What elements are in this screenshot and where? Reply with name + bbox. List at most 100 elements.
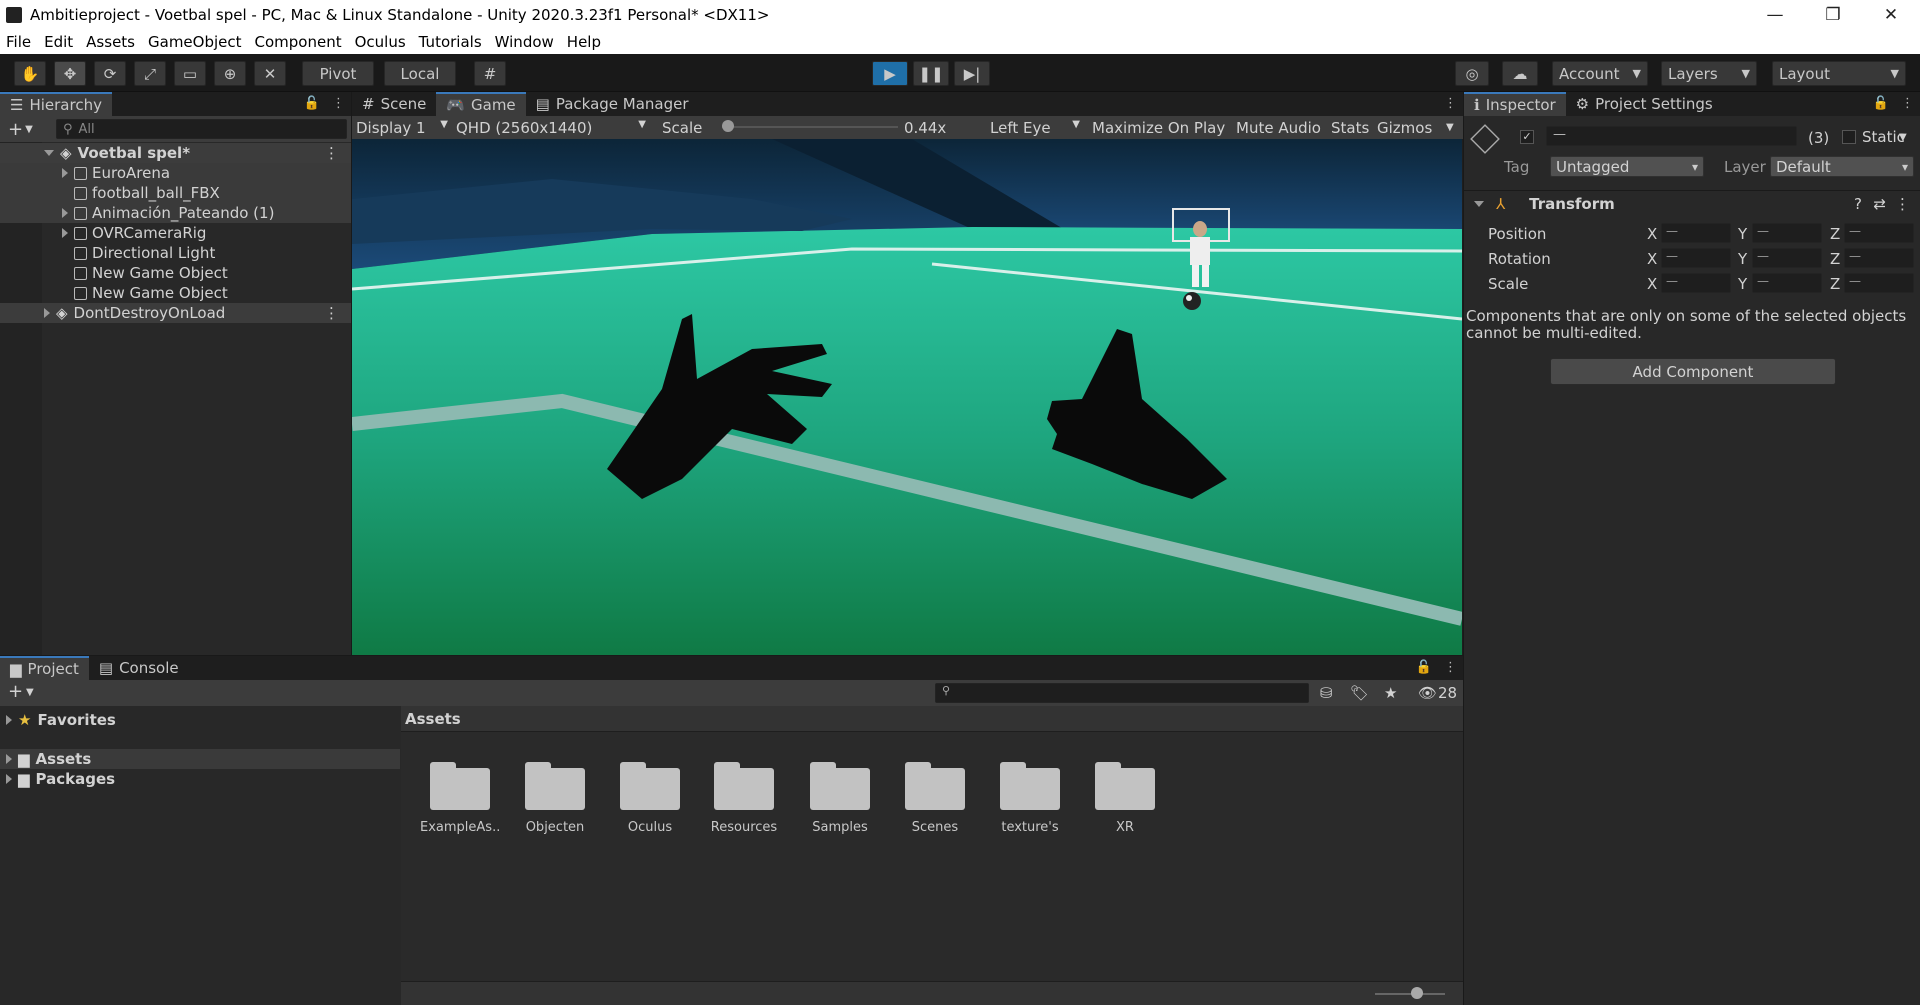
rotate-tool-icon[interactable]: ⟳ <box>94 61 126 86</box>
hidden-packages-icon[interactable]: 👁 <box>1418 684 1437 702</box>
label-icon[interactable]: 🏷 <box>1350 684 1369 702</box>
rotation-x-field[interactable]: — <box>1661 248 1731 268</box>
chevron-down-icon[interactable]: ▼ <box>25 124 33 135</box>
list-item[interactable]: football_ball_FBX <box>0 183 351 203</box>
maximize-on-play-toggle[interactable]: Maximize On Play <box>1092 119 1225 137</box>
scale-x-field[interactable]: — <box>1661 273 1731 293</box>
lock-icon[interactable]: 🔓 <box>1873 96 1889 111</box>
folder-item[interactable]: Oculus <box>610 760 690 835</box>
menu-tutorials[interactable]: Tutorials <box>419 33 482 51</box>
menu-component[interactable]: Component <box>255 33 342 51</box>
local-toggle[interactable]: Local <box>384 61 456 86</box>
more-icon[interactable]: ⋮ <box>324 304 339 322</box>
rotation-y-field[interactable]: — <box>1752 248 1822 268</box>
expand-arrow-icon[interactable] <box>6 774 12 784</box>
help-icon[interactable]: ? <box>1854 195 1862 213</box>
active-checkbox[interactable]: ✓ <box>1520 130 1534 144</box>
dontdestroy-row[interactable]: ◈ DontDestroyOnLoad ⋮ <box>0 303 351 323</box>
layers-dropdown[interactable]: Layers ▼ <box>1661 61 1757 86</box>
step-button[interactable]: ▶| <box>954 61 990 86</box>
folder-item[interactable]: Scenes <box>895 760 975 835</box>
packages-row[interactable]: ▆ Packages <box>0 769 400 789</box>
tag-dropdown[interactable]: Untagged <box>1550 156 1704 177</box>
cloud-icon[interactable]: ☁ <box>1502 61 1538 86</box>
close-button[interactable]: ✕ <box>1862 0 1920 29</box>
menu-edit[interactable]: Edit <box>44 33 73 51</box>
favorites-row[interactable]: ★ Favorites <box>0 710 400 730</box>
menu-window[interactable]: Window <box>495 33 554 51</box>
add-icon[interactable]: + <box>8 681 23 702</box>
position-x-field[interactable]: — <box>1661 223 1731 243</box>
mute-audio-toggle[interactable]: Mute Audio <box>1236 119 1321 137</box>
scale-slider[interactable] <box>722 120 898 132</box>
layout-dropdown[interactable]: Layout ▼ <box>1772 61 1906 86</box>
folder-item[interactable]: ExampleAs... <box>420 760 500 835</box>
list-item[interactable]: New Game Object <box>0 263 351 283</box>
folder-item[interactable]: XR <box>1085 760 1165 835</box>
expand-arrow-icon[interactable] <box>44 308 50 318</box>
hand-tool-icon[interactable]: ✋ <box>14 61 46 86</box>
collab-icon[interactable]: ◎ <box>1455 61 1489 86</box>
resolution-dropdown[interactable]: QHD (2560x1440) ▼ <box>456 119 652 137</box>
chevron-down-icon[interactable]: ▼ <box>1446 122 1454 133</box>
more-icon[interactable]: ⋮ <box>324 144 339 162</box>
menu-file[interactable]: File <box>6 33 31 51</box>
tab-project-settings[interactable]: ⚙ Project Settings <box>1566 92 1723 116</box>
scale-tool-icon[interactable]: ⤢ <box>134 61 166 86</box>
position-y-field[interactable]: — <box>1752 223 1822 243</box>
more-icon[interactable]: ⋮ <box>1895 195 1910 213</box>
rotation-z-field[interactable]: — <box>1844 248 1914 268</box>
list-item[interactable]: EuroArena <box>0 163 351 183</box>
lock-icon[interactable]: 🔓 <box>304 96 320 111</box>
more-icon[interactable]: ⋮ <box>332 96 345 111</box>
list-item[interactable]: New Game Object <box>0 283 351 303</box>
breadcrumb-assets[interactable]: Assets <box>405 710 461 728</box>
display-dropdown[interactable]: Display 1 ▼ <box>356 119 452 137</box>
tab-console[interactable]: ▤ Console <box>89 656 189 680</box>
folder-item[interactable]: texture's <box>990 760 1070 835</box>
game-viewport[interactable] <box>352 139 1462 655</box>
scale-y-field[interactable]: — <box>1752 273 1822 293</box>
lock-icon[interactable]: 🔓 <box>1416 660 1432 675</box>
more-icon[interactable]: ⋮ <box>1901 96 1914 111</box>
folder-item[interactable]: Samples <box>800 760 880 835</box>
preset-icon[interactable]: ⇄ <box>1873 195 1886 213</box>
tab-game[interactable]: 🎮 Game <box>436 92 526 116</box>
expand-arrow-icon[interactable] <box>62 208 68 218</box>
folder-item[interactable]: Resources <box>704 760 784 835</box>
stats-toggle[interactable]: Stats <box>1331 119 1369 137</box>
chevron-down-icon[interactable]: ▼ <box>26 687 34 698</box>
icon-size-slider[interactable] <box>1375 987 1445 999</box>
eye-dropdown[interactable]: Left Eye ▼ <box>990 119 1086 137</box>
play-button[interactable]: ▶ <box>872 61 908 86</box>
transform-header[interactable]: ⅄ Transform ? ⇄ ⋮ <box>1464 192 1920 216</box>
hierarchy-search-input[interactable]: ⚲ All <box>56 119 347 139</box>
tab-hierarchy[interactable]: ☰ Hierarchy <box>0 92 112 116</box>
tab-scene[interactable]: # Scene <box>352 92 436 116</box>
minimize-button[interactable]: — <box>1746 0 1804 29</box>
list-item[interactable]: Directional Light <box>0 243 351 263</box>
position-z-field[interactable]: — <box>1844 223 1914 243</box>
expand-arrow-icon[interactable] <box>6 754 12 764</box>
pivot-toggle[interactable]: Pivot <box>302 61 374 86</box>
expand-arrow-icon[interactable] <box>62 228 68 238</box>
expand-arrow-icon[interactable] <box>1474 201 1484 207</box>
add-component-button[interactable]: Add Component <box>1550 358 1836 385</box>
tab-package-manager[interactable]: ▤ Package Manager <box>526 92 699 116</box>
list-item[interactable]: Animación_Pateando (1) <box>0 203 351 223</box>
filter-type-icon[interactable]: ⛁ <box>1320 684 1333 702</box>
star-icon[interactable]: ★ <box>1384 684 1397 702</box>
grid-snap-icon[interactable]: # <box>474 61 506 86</box>
menu-assets[interactable]: Assets <box>86 33 135 51</box>
scene-row[interactable]: ◈ Voetbal spel* ⋮ <box>0 143 351 163</box>
menu-oculus[interactable]: Oculus <box>355 33 406 51</box>
tab-project[interactable]: ▆ Project <box>0 656 89 680</box>
tab-inspector[interactable]: ℹ Inspector <box>1464 92 1566 116</box>
assets-row[interactable]: ▆ Assets <box>0 749 400 769</box>
list-item[interactable]: OVRCameraRig <box>0 223 351 243</box>
more-icon[interactable]: ⋮ <box>1444 96 1457 111</box>
more-icon[interactable]: ⋮ <box>1444 660 1457 675</box>
scale-z-field[interactable]: — <box>1844 273 1914 293</box>
maximize-button[interactable]: ❐ <box>1804 0 1862 29</box>
expand-arrow-icon[interactable] <box>44 150 54 156</box>
